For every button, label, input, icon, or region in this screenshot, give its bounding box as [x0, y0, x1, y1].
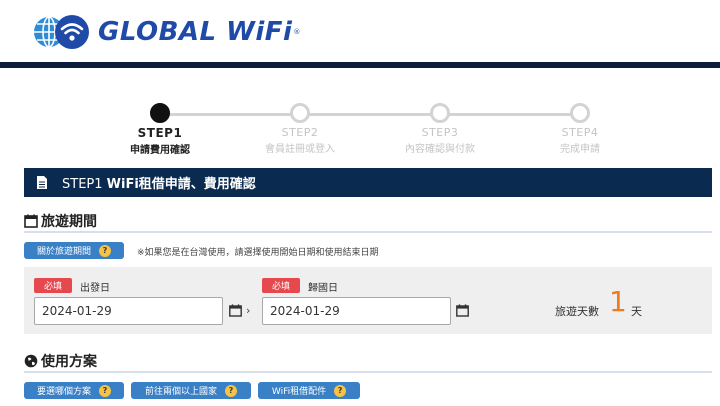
site-header: GLOBAL WiFi ® [0, 0, 720, 62]
chevron-right-icon: › [246, 304, 251, 317]
step-dot-active [150, 103, 170, 123]
step-dot [290, 103, 310, 123]
step-banner: STEP1 WiFi租借申請、費用確認 [24, 168, 712, 197]
button-label: 前往兩個以上國家 [144, 387, 217, 397]
departure-date-field[interactable]: 2024-01-29 [34, 297, 223, 325]
required-badge: 必填 [262, 278, 300, 293]
step-1: STEP1 申請費用確認 [110, 103, 210, 156]
step-title: STEP4 [561, 126, 599, 139]
return-label: 歸國日 [308, 283, 338, 294]
question-icon: ? [99, 384, 111, 397]
progress-stepper: STEP1 申請費用確認 STEP2 會員註冊或登入 STEP3 內容確認與付款… [90, 103, 650, 163]
step-4: STEP4 完成申請 [530, 103, 630, 155]
wifi-accessories-button[interactable]: WiFi租借配件 ? [258, 382, 360, 399]
section-title: 使用方案 [41, 354, 97, 370]
usage-plan-heading: 使用方案 [24, 351, 712, 373]
globe-icon [24, 354, 38, 368]
header-divider-bar [0, 62, 720, 68]
return-date-field[interactable]: 2024-01-29 [262, 297, 451, 325]
step-title: STEP3 [421, 126, 459, 139]
question-icon: ? [225, 384, 237, 397]
travel-period-help-button[interactable]: 關於旅遊期間 ? [24, 242, 124, 259]
step-3: STEP3 內容確認與付款 [390, 103, 490, 155]
step-2: STEP2 會員註冊或登入 [250, 103, 350, 155]
banner-title: WiFi租借申請、費用確認 [106, 177, 256, 192]
step-subtitle: 內容確認與付款 [405, 144, 475, 155]
travel-days-label: 旅遊天數 [555, 305, 599, 318]
registered-mark: ® [293, 28, 301, 36]
step-title: STEP2 [281, 126, 319, 139]
step-subtitle: 會員註冊或登入 [265, 144, 335, 155]
travel-period-heading: 旅遊期間 [24, 211, 712, 233]
button-label: WiFi租借配件 [271, 387, 327, 397]
multi-country-button[interactable]: 前往兩個以上國家 ? [131, 382, 251, 399]
travel-days-unit: 天 [631, 305, 642, 318]
banner-step-prefix: STEP1 [62, 177, 103, 192]
travel-period-note: ※如果您是在台灣使用，請選擇使用開始日期和使用結束日期 [137, 248, 379, 258]
return-calendar-icon[interactable] [456, 304, 469, 317]
question-icon: ? [334, 384, 347, 397]
date-selection-panel: 必填 出發日 2024-01-29 › 必填 歸國日 2024-01-29 旅遊… [24, 267, 712, 334]
brand-name: GLOBAL WiFi [98, 17, 293, 47]
calendar-icon [24, 214, 38, 228]
button-label: 關於旅遊期間 [36, 247, 91, 257]
question-icon: ? [99, 244, 111, 257]
step-subtitle: 申請費用確認 [130, 145, 190, 156]
step-title: STEP1 [137, 126, 183, 140]
document-icon [37, 176, 47, 189]
step-subtitle: 完成申請 [560, 144, 600, 155]
globe-wifi-logo-icon [34, 15, 89, 49]
departure-label: 出發日 [80, 283, 110, 294]
travel-days-value: 1 [609, 285, 627, 318]
which-plan-button[interactable]: 要選哪個方案 ? [24, 382, 124, 399]
step-dot [570, 103, 590, 123]
required-badge: 必填 [34, 278, 72, 293]
brand-logo[interactable]: GLOBAL WiFi ® [32, 12, 300, 52]
step-dot [430, 103, 450, 123]
button-label: 要選哪個方案 [36, 387, 91, 397]
departure-calendar-icon[interactable] [229, 304, 242, 317]
section-title: 旅遊期間 [41, 214, 97, 230]
